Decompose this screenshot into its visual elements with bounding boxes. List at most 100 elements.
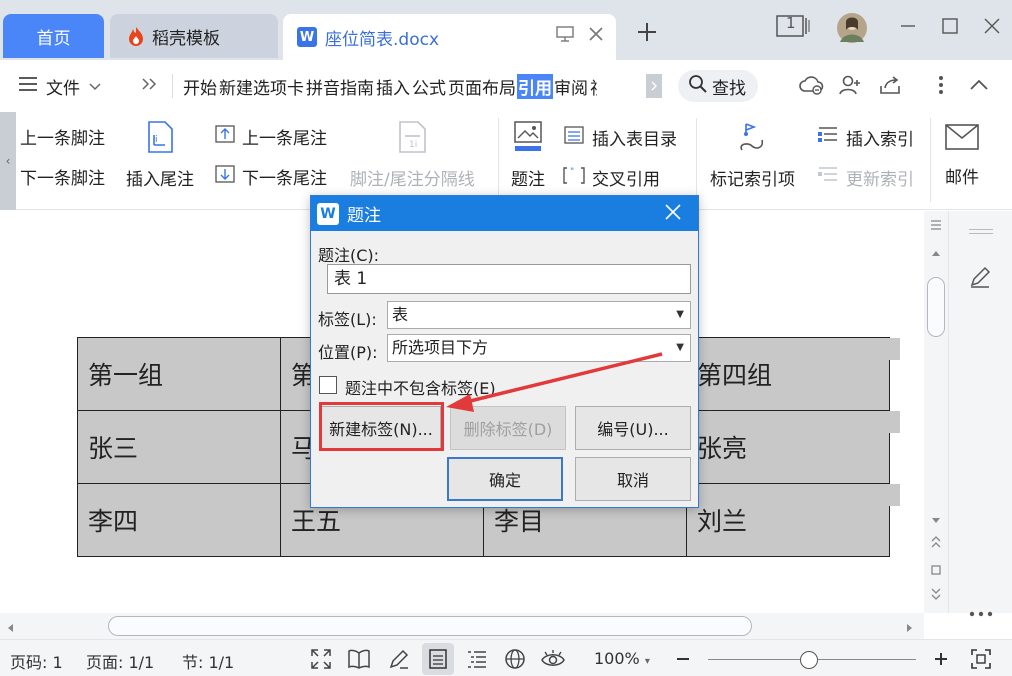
separator-icon: 1i (396, 120, 428, 159)
table-cell[interactable]: 第一组 (77, 337, 281, 411)
window-mode-icon[interactable] (556, 26, 574, 47)
new-tag-button[interactable]: 新建标签(N)... (321, 406, 441, 450)
mail-icon (944, 122, 980, 157)
minimize-icon[interactable] (898, 16, 918, 36)
tab-review[interactable]: 审阅 (553, 74, 589, 99)
prev-endnote-button[interactable]: 上一条尾注 (214, 124, 327, 149)
zoom-level[interactable]: 100% ▾ (594, 649, 650, 668)
more-menus-icon[interactable] (140, 76, 158, 96)
insert-toc-button[interactable]: 插入表目录 (562, 124, 677, 151)
scroll-right-icon[interactable] (906, 621, 914, 637)
scroll-left-icon[interactable] (6, 621, 14, 637)
page-view-icon[interactable] (422, 643, 454, 675)
outline-view-icon[interactable] (464, 646, 490, 672)
caption-dialog: W 题注 题注(C): 表 1 标签(L): 表 ▼ 位置(P): 所选项目下方… (310, 195, 699, 508)
exclude-label-checkbox[interactable] (319, 376, 337, 394)
dialog-close-icon[interactable] (664, 202, 682, 227)
page-total[interactable]: 页面: 1/1 (86, 649, 154, 673)
page-count-badge[interactable]: 1 (776, 14, 810, 38)
scroll-thumb[interactable] (927, 277, 945, 337)
cloud-sync-icon[interactable] (798, 74, 824, 101)
page-number[interactable]: 页码: 1 (10, 649, 63, 673)
more-panel-icon[interactable] (969, 605, 993, 621)
ribbon-divider (696, 118, 697, 202)
svg-text:i: i (155, 135, 158, 145)
next-footnote-label: 下一条脚注 (20, 169, 105, 189)
reading-mode-icon[interactable] (346, 646, 372, 672)
footnote-separator-button[interactable]: 1i 脚注/尾注分隔线 (350, 120, 475, 190)
close-window-icon[interactable] (982, 16, 1002, 36)
next-endnote-button[interactable]: 下一条尾注 (214, 164, 327, 189)
numbering-button[interactable]: 编号(U)... (575, 406, 691, 450)
cross-ref-button[interactable]: " 交叉引用 (562, 164, 660, 191)
maximize-icon[interactable] (940, 16, 960, 36)
table-cell[interactable]: 张三 (77, 410, 281, 484)
zoom-in-icon[interactable] (928, 646, 954, 672)
insert-index-button[interactable]: 插入索引 (816, 124, 914, 151)
prev-footnote-button[interactable]: 上一条脚注 (20, 124, 105, 149)
table-cell[interactable]: 张亮 (686, 410, 890, 484)
new-tab-button[interactable] (636, 20, 658, 50)
section-info[interactable]: 节: 1/1 (182, 649, 234, 673)
tag-select[interactable]: 表 ▼ (387, 301, 691, 329)
dialog-titlebar[interactable]: W 题注 (311, 196, 698, 231)
prev-page-icon[interactable] (930, 535, 942, 553)
close-tab-icon[interactable] (588, 26, 604, 47)
collapse-ribbon-icon[interactable] (968, 74, 990, 101)
avatar[interactable] (836, 12, 868, 44)
mark-index-entry-button[interactable]: 标记索引项 (710, 120, 795, 190)
file-menu[interactable]: 文件 (18, 74, 102, 99)
insert-endnote-button[interactable]: i 插入尾注 (126, 120, 194, 190)
fit-window-icon[interactable] (968, 646, 994, 672)
tab-references[interactable]: 引用 (517, 74, 553, 99)
next-footnote-button[interactable]: 下一条脚注 (20, 164, 105, 189)
pen-icon[interactable] (968, 265, 992, 293)
h-scroll-thumb[interactable] (108, 616, 752, 636)
more-options-icon[interactable] (938, 74, 944, 101)
chevron-down-icon (88, 77, 102, 97)
ribbon-scroll-left-icon[interactable]: ‹ (0, 112, 16, 210)
tab-insert[interactable]: 插入 (375, 74, 411, 99)
share-icon[interactable] (878, 74, 902, 101)
split-icon[interactable] (929, 219, 943, 235)
caption-button[interactable]: 题注 (511, 120, 545, 190)
horizontal-scrollbar[interactable] (0, 613, 924, 639)
zoom-out-icon[interactable] (670, 646, 696, 672)
position-select[interactable]: 所选项目下方 ▼ (387, 334, 691, 362)
scroll-down-icon[interactable] (931, 513, 941, 529)
write-mode-icon[interactable] (386, 646, 412, 672)
ok-button[interactable]: 确定 (447, 457, 563, 501)
tabs-scroll-right-icon[interactable] (646, 74, 662, 98)
scroll-up-icon[interactable] (931, 245, 941, 261)
tab-templates[interactable]: 稻壳模板 (110, 14, 278, 58)
tab-formula[interactable]: 公式 (411, 74, 447, 99)
mail-button[interactable]: 邮件 (944, 122, 980, 188)
web-view-icon[interactable] (502, 646, 528, 672)
tab-view[interactable]: 视 (589, 74, 597, 99)
update-index-button[interactable]: 更新索引 (816, 164, 914, 191)
writer-doc-icon: W (297, 27, 317, 47)
tab-start[interactable]: 开始 (182, 74, 218, 99)
zoom-dropdown-icon: ▾ (644, 656, 650, 667)
caption-input[interactable]: 表 1 (327, 264, 691, 294)
tab-pinyin[interactable]: 拼音指南 (305, 74, 375, 99)
tab-document[interactable]: W 座位简表.docx (283, 14, 616, 60)
vertical-scrollbar[interactable] (924, 211, 948, 613)
cancel-button[interactable]: 取消 (575, 457, 691, 501)
tab-home[interactable]: 首页 (3, 14, 104, 58)
delete-tag-button[interactable]: 删除标签(D) (450, 406, 566, 450)
fullscreen-icon[interactable] (308, 646, 334, 672)
eye-protection-icon[interactable] (540, 646, 566, 672)
table-cell[interactable]: 李四 (77, 483, 281, 557)
table-cell[interactable]: 刘兰 (686, 483, 890, 557)
next-page-icon[interactable] (930, 587, 942, 605)
prev-footnote-label: 上一条脚注 (20, 129, 105, 149)
browse-object-icon[interactable] (931, 563, 941, 579)
tab-home-label: 首页 (36, 28, 71, 49)
tab-layout[interactable]: 页面布局 (447, 74, 517, 99)
search-box[interactable]: 查找 (678, 70, 758, 102)
zoom-slider-knob[interactable] (800, 651, 818, 669)
tab-new-tab[interactable]: 新建选项卡 (218, 74, 305, 99)
table-cell[interactable]: 第四组 (686, 337, 890, 411)
add-user-icon[interactable] (838, 74, 862, 101)
